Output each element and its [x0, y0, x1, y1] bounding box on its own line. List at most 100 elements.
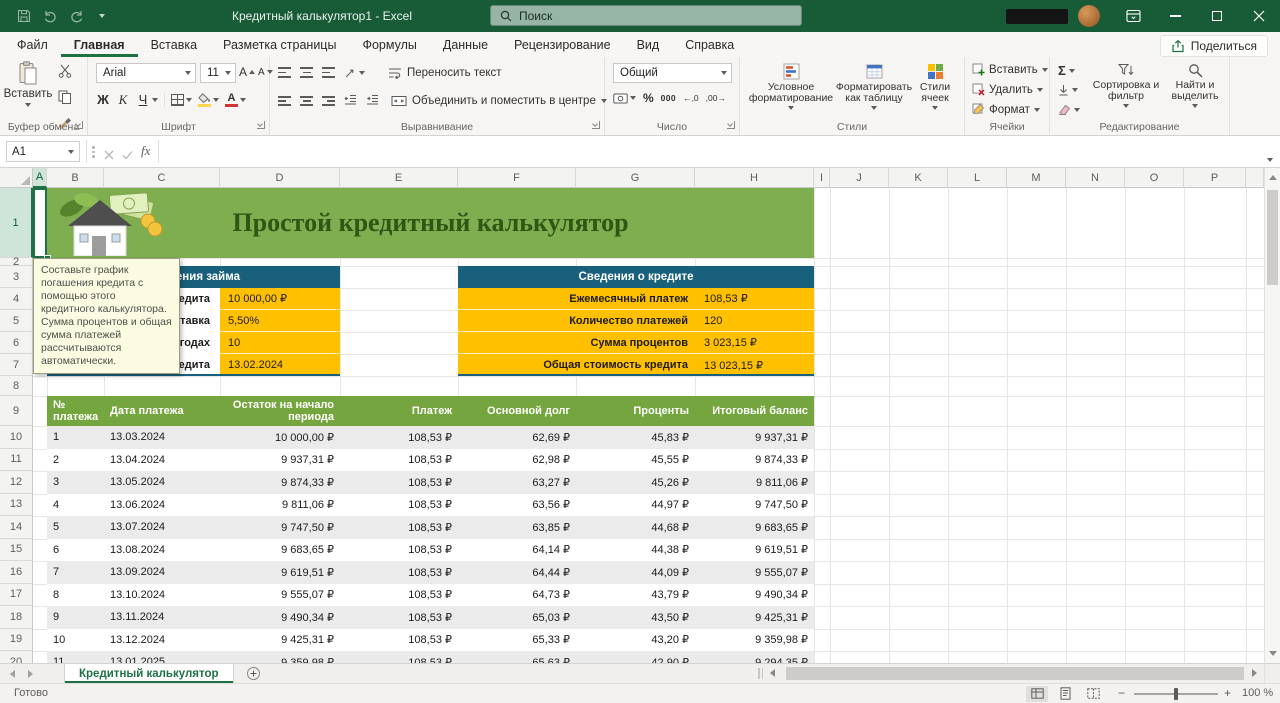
- column-header-partial[interactable]: [1246, 168, 1264, 188]
- schedule-cell[interactable]: 13.04.2024: [104, 449, 220, 472]
- schedule-cell[interactable]: 45,26 ₽: [576, 471, 695, 494]
- row-header-15[interactable]: 15: [0, 539, 33, 562]
- row-header-9[interactable]: 9: [0, 396, 33, 426]
- schedule-cell[interactable]: 5: [47, 516, 104, 539]
- schedule-cell[interactable]: 43,79 ₽: [576, 584, 695, 607]
- schedule-cell[interactable]: 9 747,50 ₽: [695, 494, 814, 517]
- align-middle-button[interactable]: [300, 67, 313, 77]
- formula-input[interactable]: [163, 141, 1256, 162]
- sheet-tab-active[interactable]: Кредитный калькулятор: [64, 664, 234, 683]
- schedule-cell[interactable]: 9 555,07 ₽: [695, 561, 814, 584]
- column-header-C[interactable]: C: [104, 168, 220, 188]
- schedule-row-9[interactable]: 913.11.20249 490,34 ₽108,53 ₽65,03 ₽43,5…: [47, 606, 814, 629]
- schedule-cell[interactable]: 65,63 ₽: [458, 651, 576, 663]
- schedule-cell[interactable]: 9 874,33 ₽: [695, 449, 814, 472]
- schedule-cell[interactable]: 3: [47, 471, 104, 494]
- schedule-cell[interactable]: 44,09 ₽: [576, 561, 695, 584]
- schedule-cell[interactable]: 64,73 ₽: [458, 584, 576, 607]
- align-bottom-button[interactable]: [322, 67, 335, 77]
- schedule-cell[interactable]: 9: [47, 606, 104, 629]
- column-header-A[interactable]: A: [33, 168, 47, 188]
- maximize-button[interactable]: [1196, 0, 1238, 32]
- ribbon-tab-8[interactable]: Справка: [672, 32, 747, 57]
- schedule-cell[interactable]: 64,14 ₽: [458, 539, 576, 562]
- schedule-row-4[interactable]: 413.06.20249 811,06 ₽108,53 ₽63,56 ₽44,9…: [47, 494, 814, 517]
- increase-decimal-button[interactable]: ←,0: [683, 93, 699, 103]
- font-name-select[interactable]: Arial: [96, 63, 196, 83]
- decrease-indent-button[interactable]: [344, 92, 357, 110]
- schedule-row-1[interactable]: 113.03.202410 000,00 ₽108,53 ₽62,69 ₽45,…: [47, 426, 814, 449]
- schedule-cell[interactable]: 9 811,06 ₽: [220, 494, 340, 517]
- column-header-D[interactable]: D: [220, 168, 340, 188]
- schedule-cell[interactable]: 13.06.2024: [104, 494, 220, 517]
- row-header-17[interactable]: 17: [0, 584, 33, 607]
- schedule-cell[interactable]: 9 683,65 ₽: [695, 516, 814, 539]
- clear-button[interactable]: [1058, 104, 1080, 115]
- schedule-cell[interactable]: 9 359,98 ₽: [220, 651, 340, 663]
- schedule-cell[interactable]: 6: [47, 539, 104, 562]
- row-header-20[interactable]: 20: [0, 651, 33, 663]
- ribbon-tab-3[interactable]: Разметка страницы: [210, 32, 349, 57]
- format-cells-button[interactable]: Формат: [972, 103, 1040, 116]
- schedule-cell[interactable]: 13.11.2024: [104, 606, 220, 629]
- schedule-row-3[interactable]: 313.05.20249 874,33 ₽108,53 ₽63,27 ₽45,2…: [47, 471, 814, 494]
- tab-scroll-splitter[interactable]: [758, 668, 763, 679]
- schedule-cell[interactable]: 9 359,98 ₽: [695, 629, 814, 652]
- row-header-1[interactable]: 1: [0, 188, 33, 258]
- cut-button[interactable]: [58, 64, 72, 83]
- schedule-cell[interactable]: 108,53 ₽: [340, 539, 458, 562]
- name-box[interactable]: A1: [6, 141, 80, 162]
- row-header-3[interactable]: 3: [0, 266, 33, 288]
- schedule-row-8[interactable]: 813.10.20249 555,07 ₽108,53 ₽64,73 ₽43,7…: [47, 584, 814, 607]
- schedule-cell[interactable]: 9 294,35 ₽: [695, 651, 814, 663]
- schedule-row-10[interactable]: 1013.12.20249 425,31 ₽108,53 ₽65,33 ₽43,…: [47, 629, 814, 652]
- schedule-row-6[interactable]: 613.08.20249 683,65 ₽108,53 ₽64,14 ₽44,3…: [47, 539, 814, 562]
- vertical-scroll-thumb[interactable]: [1267, 190, 1278, 285]
- undo-icon[interactable]: [40, 5, 60, 27]
- align-left-button[interactable]: [278, 96, 291, 106]
- schedule-cell[interactable]: 9 490,34 ₽: [220, 606, 340, 629]
- schedule-cell[interactable]: 10 000,00 ₽: [220, 426, 340, 449]
- close-button[interactable]: [1238, 0, 1280, 32]
- fill-color-button[interactable]: [198, 93, 219, 107]
- add-sheet-button[interactable]: [247, 667, 260, 680]
- schedule-cell[interactable]: 9 425,31 ₽: [220, 629, 340, 652]
- schedule-cell[interactable]: 13.05.2024: [104, 471, 220, 494]
- schedule-cell[interactable]: 13.08.2024: [104, 539, 220, 562]
- schedule-header-cell-3[interactable]: Платеж: [340, 396, 458, 426]
- ribbon-display-options-button[interactable]: [1112, 0, 1154, 32]
- schedule-cell[interactable]: 44,68 ₽: [576, 516, 695, 539]
- row-header-7[interactable]: 7: [0, 354, 33, 376]
- scroll-up-icon[interactable]: [1269, 175, 1277, 180]
- delete-cells-button[interactable]: Удалить: [972, 83, 1043, 96]
- row-header-14[interactable]: 14: [0, 516, 33, 539]
- schedule-cell[interactable]: 13.03.2024: [104, 426, 220, 449]
- fill-button[interactable]: [1058, 84, 1078, 96]
- scroll-down-icon[interactable]: [1269, 651, 1277, 656]
- ribbon-tab-5[interactable]: Данные: [430, 32, 501, 57]
- schedule-row-2[interactable]: 213.04.20249 937,31 ₽108,53 ₽62,98 ₽45,5…: [47, 449, 814, 472]
- quick-access-customize-icon[interactable]: [92, 5, 112, 27]
- ribbon-tab-1[interactable]: Главная: [61, 32, 138, 57]
- schedule-cell[interactable]: 9 683,65 ₽: [220, 539, 340, 562]
- schedule-cell[interactable]: 62,69 ₽: [458, 426, 576, 449]
- row-header-13[interactable]: 13: [0, 494, 33, 517]
- schedule-cell[interactable]: 7: [47, 561, 104, 584]
- schedule-cell[interactable]: 2: [47, 449, 104, 472]
- increase-font-button[interactable]: А: [239, 65, 255, 79]
- schedule-cell[interactable]: 9 619,51 ₽: [220, 561, 340, 584]
- view-layout-button[interactable]: [1054, 686, 1076, 702]
- italic-button[interactable]: К: [116, 91, 130, 109]
- credit-row-1[interactable]: Количество платежей120: [458, 310, 814, 332]
- underline-button[interactable]: Ч: [136, 91, 158, 109]
- schedule-cell[interactable]: 108,53 ₽: [340, 629, 458, 652]
- format-as-table-button[interactable]: Форматировать как таблицу: [842, 63, 906, 110]
- schedule-row-7[interactable]: 713.09.20249 619,51 ₽108,53 ₽64,44 ₽44,0…: [47, 561, 814, 584]
- schedule-cell[interactable]: 64,44 ₽: [458, 561, 576, 584]
- loan-value-0[interactable]: 10 000,00 ₽: [220, 288, 340, 310]
- schedule-cell[interactable]: 42,90 ₽: [576, 651, 695, 663]
- titlebar-search[interactable]: Поиск: [490, 5, 802, 26]
- share-button[interactable]: Поделиться: [1160, 35, 1268, 57]
- schedule-header-cell-0[interactable]: № платежа: [47, 396, 104, 426]
- find-select-button[interactable]: Найти и выделить: [1164, 63, 1226, 108]
